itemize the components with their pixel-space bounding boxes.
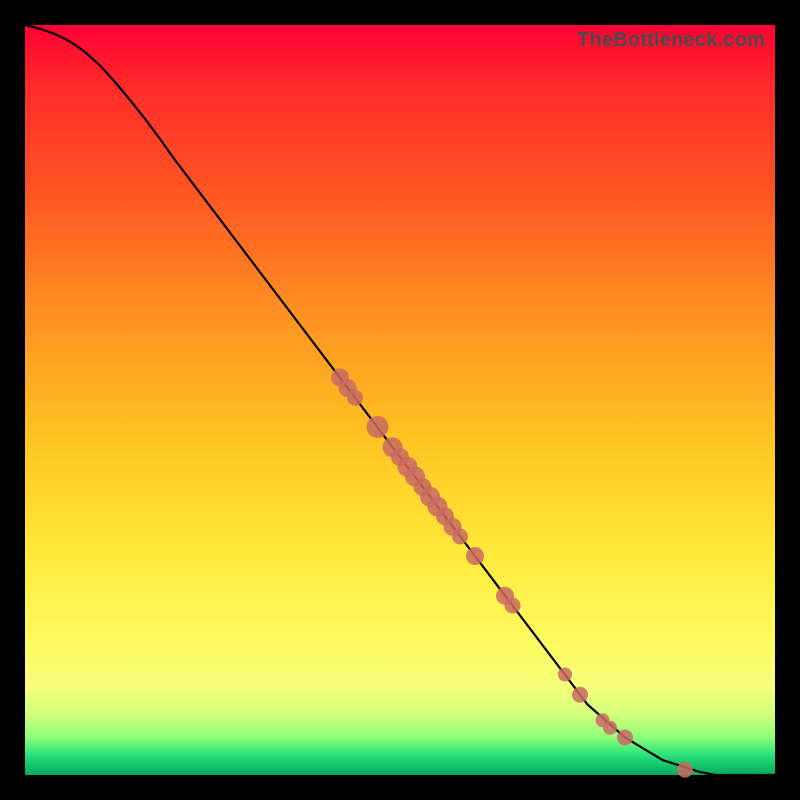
chart-plot-area: TheBottleneck.com — [25, 25, 775, 775]
data-point — [347, 390, 363, 406]
curve-line — [25, 25, 775, 775]
data-point — [617, 730, 633, 746]
data-point — [558, 668, 572, 682]
data-point — [505, 598, 521, 614]
data-point — [466, 547, 484, 565]
chart-overlay — [25, 25, 775, 775]
chart-frame: TheBottleneck.com — [0, 0, 800, 800]
data-point — [677, 762, 693, 778]
data-point — [367, 416, 389, 438]
data-point — [603, 721, 617, 735]
data-point — [572, 687, 588, 703]
data-point — [452, 529, 468, 545]
scatter-points — [331, 369, 693, 778]
